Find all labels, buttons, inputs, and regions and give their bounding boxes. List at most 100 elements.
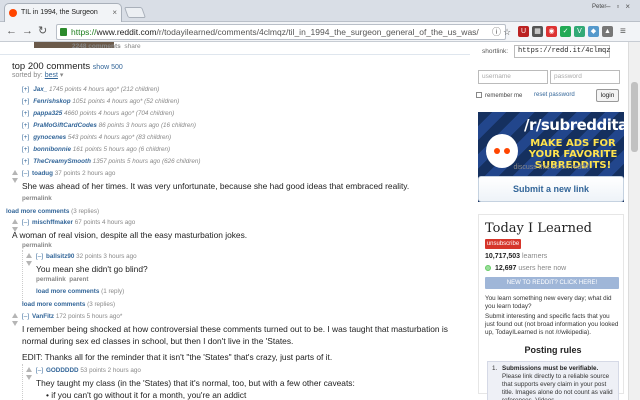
comment-meta: 1051 points 4 hours ago*	[72, 98, 143, 105]
expand-toggle[interactable]: [+]	[22, 110, 29, 117]
comment-author[interactable]: GODDDDD	[46, 367, 79, 374]
sort-value[interactable]: best	[45, 72, 58, 79]
browser-tab[interactable]: TIL in 1994, the Surgeon ×	[4, 3, 122, 22]
downvote-arrow-icon[interactable]	[26, 375, 32, 380]
comment-author[interactable]: mischffmaker	[32, 219, 73, 226]
collapsed-comment[interactable]: [+] Fenrishskop 1051 points 4 hours ago* …	[22, 98, 179, 105]
load-more-label[interactable]: load more comments	[6, 208, 69, 215]
collapsed-comment[interactable]: [+] bonnibonnie 161 points 5 hours ago (6…	[22, 146, 170, 153]
comment-author[interactable]: PraMoGiftCardCodes	[33, 122, 97, 129]
password-field[interactable]: password	[550, 70, 620, 84]
permalink[interactable]: permalink	[36, 276, 66, 283]
load-more-comments[interactable]: load more comments (3 replies)	[22, 301, 115, 308]
comments-link[interactable]: 2248 comments	[72, 43, 121, 50]
comment-meta: 543 points 4 hours ago*	[67, 134, 135, 141]
users-online: 12,697 users here now	[485, 265, 566, 272]
load-more-label[interactable]: load more comments	[36, 288, 99, 295]
expand-toggle[interactable]: [+]	[22, 146, 29, 153]
parent-link[interactable]: parent	[69, 276, 88, 283]
remember-checkbox[interactable]	[476, 92, 482, 98]
back-arrow-icon[interactable]: ←	[6, 24, 17, 38]
extension-shield-icon[interactable]: U	[518, 26, 529, 37]
url-scheme: https://	[71, 27, 97, 37]
comment-author[interactable]: bonnibonnie	[33, 146, 71, 153]
load-more-comments[interactable]: load more comments (3 replies)	[6, 208, 99, 215]
remember-me[interactable]: remember me	[476, 92, 522, 99]
profile-name[interactable]: Peter	[592, 4, 606, 10]
extension-grid-icon[interactable]: ▦	[532, 26, 543, 37]
bullet-text: if you can't go without it for a month, …	[51, 390, 247, 400]
bookmark-star-icon[interactable]: ☆	[503, 25, 511, 39]
new-tab-button[interactable]	[123, 7, 147, 18]
comment-author[interactable]: ballsitz90	[46, 253, 74, 260]
load-more-count: (3 replies)	[87, 301, 116, 308]
extension-vine-icon[interactable]: V	[574, 26, 585, 37]
expand-toggle[interactable]: [+]	[22, 86, 29, 93]
permalink[interactable]: permalink	[22, 195, 52, 202]
submit-link-button[interactable]: Submit a new link	[478, 176, 624, 202]
downvote-arrow-icon[interactable]	[26, 261, 32, 266]
rule-item: 1. Submissions must be verifiable. Pleas…	[487, 361, 619, 400]
sort-menu[interactable]: sorted by: best ▾	[12, 71, 63, 79]
comment-author[interactable]: TheCreamySmooth	[33, 158, 91, 165]
info-icon[interactable]: ⓘ	[492, 25, 501, 39]
scrollbar-thumb[interactable]	[631, 82, 638, 152]
menu-icon[interactable]: ≡	[620, 25, 626, 39]
expand-toggle[interactable]: [+]	[22, 158, 29, 165]
close-tab-icon[interactable]: ×	[112, 4, 117, 21]
collapse-toggle[interactable]: [–]	[22, 219, 29, 226]
new-to-reddit-button[interactable]: NEW TO REDDIT? CLICK HERE!	[485, 277, 619, 289]
upvote-arrow-icon[interactable]	[12, 219, 18, 224]
expand-toggle[interactable]: [+]	[22, 98, 29, 105]
downvote-arrow-icon[interactable]	[12, 178, 18, 183]
collapse-toggle[interactable]: [–]	[22, 170, 29, 177]
unsubscribe-button[interactable]: unsubscribe	[485, 239, 521, 249]
reload-icon[interactable]: ↻	[38, 24, 47, 38]
share-link[interactable]: share	[124, 43, 140, 50]
expand-toggle[interactable]: [+]	[22, 134, 29, 141]
scrollbar[interactable]	[628, 42, 640, 400]
comment-author[interactable]: pappa325	[33, 110, 62, 117]
shortlink-field[interactable]: https://redd.it/4clmqz	[514, 45, 610, 58]
load-more-comments[interactable]: load more comments (1 reply)	[36, 288, 124, 295]
permalink[interactable]: permalink	[22, 242, 52, 249]
subreddit-title[interactable]: Today I Learned	[485, 221, 592, 236]
collapsed-comment[interactable]: [+] Jax_ 1745 points 4 hours ago* (212 ch…	[22, 86, 159, 93]
window-controls[interactable]: –▫×	[606, 2, 636, 11]
collapse-toggle[interactable]: [–]	[36, 367, 43, 374]
downvote-arrow-icon[interactable]	[12, 321, 18, 326]
collapse-toggle[interactable]: [–]	[22, 313, 29, 320]
collapsed-comment[interactable]: [+] pappa325 4660 points 4 hours ago* (70…	[22, 110, 174, 117]
forward-arrow-icon[interactable]: →	[22, 24, 33, 38]
upvote-arrow-icon[interactable]	[26, 253, 32, 258]
load-more-label[interactable]: load more comments	[22, 301, 85, 308]
comment-tagline: [–] mischffmaker 67 points 4 hours ago	[22, 219, 135, 226]
comment-author[interactable]: toadug	[32, 170, 53, 177]
extension-gray-icon[interactable]: ▲	[602, 26, 613, 37]
collapsed-comment[interactable]: [+] PraMoGiftCardCodes 86 points 3 hours …	[22, 122, 196, 129]
extension-red-icon[interactable]: ◉	[546, 26, 557, 37]
comment-author[interactable]: Fenrishskop	[33, 98, 70, 105]
expand-toggle[interactable]: [+]	[22, 122, 29, 129]
extension-blue-icon[interactable]: ◆	[588, 26, 599, 37]
address-bar[interactable]: https://www.reddit.com/r/todayilearned/c…	[56, 24, 506, 40]
comment-tagline: [–] toadug 37 points 2 hours ago	[22, 170, 115, 177]
collapsed-comment[interactable]: [+] gynocenes 543 points 4 hours ago* (83…	[22, 134, 171, 141]
chevron-down-icon[interactable]: ▾	[60, 72, 64, 79]
comment-body: A woman of real vision, despite all the …	[12, 230, 248, 240]
comment-author[interactable]: VanFitz	[32, 313, 54, 320]
login-button[interactable]: login	[596, 89, 619, 102]
upvote-arrow-icon[interactable]	[26, 367, 32, 372]
browser-toolbar: ← → ↻ https://www.reddit.com/r/todayilea…	[0, 22, 640, 42]
comment-author[interactable]: Jax_	[33, 86, 47, 93]
username-field[interactable]: username	[478, 70, 548, 84]
reset-password-link[interactable]: reset password	[534, 92, 575, 98]
collapsed-comment[interactable]: [+] TheCreamySmooth 1357 points 5 hours a…	[22, 158, 201, 165]
ad-discuss-link[interactable]: discuss this ad on reddit	[478, 164, 624, 171]
upvote-arrow-icon[interactable]	[12, 170, 18, 175]
collapse-toggle[interactable]: [–]	[36, 253, 43, 260]
upvote-arrow-icon[interactable]	[12, 313, 18, 318]
comment-author[interactable]: gynocenes	[33, 134, 66, 141]
extension-green-icon[interactable]: ✓	[560, 26, 571, 37]
show-more-link[interactable]: show 500	[93, 64, 123, 71]
